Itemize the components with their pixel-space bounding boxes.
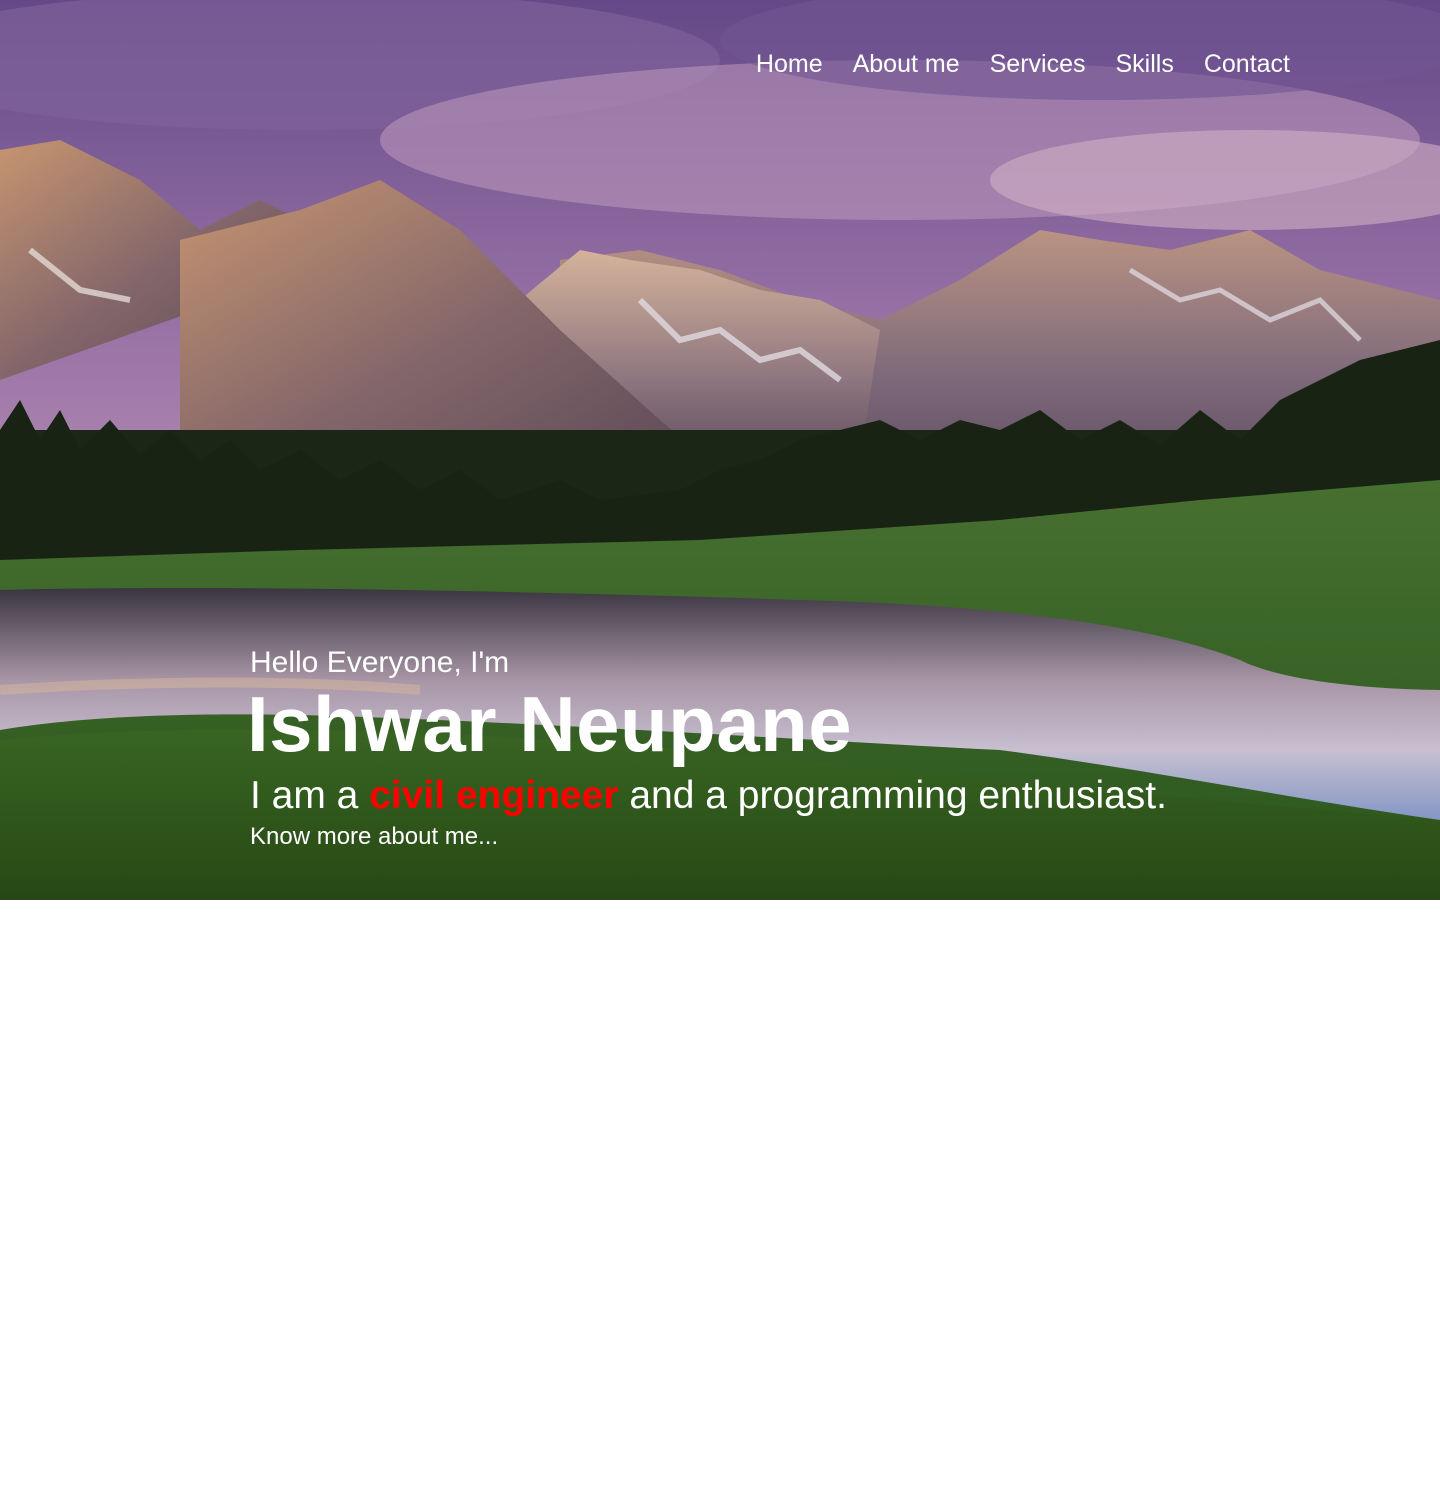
hero-name: Ishwar Neupane — [247, 680, 853, 768]
nav-link-about-me[interactable]: About me — [853, 48, 960, 80]
nav-link-services[interactable]: Services — [990, 48, 1086, 80]
blank-content-area — [0, 900, 1440, 1500]
main-navigation: Home About me Services Skills Contact — [726, 48, 1290, 80]
tagline-suffix: and a programming enthusiast. — [618, 774, 1167, 817]
tagline-prefix: I am a — [250, 774, 370, 817]
nav-link-home[interactable]: Home — [756, 48, 823, 80]
hero-tagline: I am a civil engineer and a programming … — [250, 772, 1167, 820]
hero-greeting: Hello Everyone, I'm — [250, 646, 510, 679]
hero-section: Home About me Services Skills Contact He… — [0, 0, 1440, 900]
know-more-link[interactable]: Know more about me... — [250, 822, 498, 852]
nav-link-skills[interactable]: Skills — [1115, 48, 1173, 80]
hero-text-block: Hello Everyone, I'm Ishwar Neupane I am … — [247, 644, 1167, 852]
tagline-accent-profession: civil engineer — [369, 774, 619, 817]
nav-link-contact[interactable]: Contact — [1204, 48, 1290, 80]
